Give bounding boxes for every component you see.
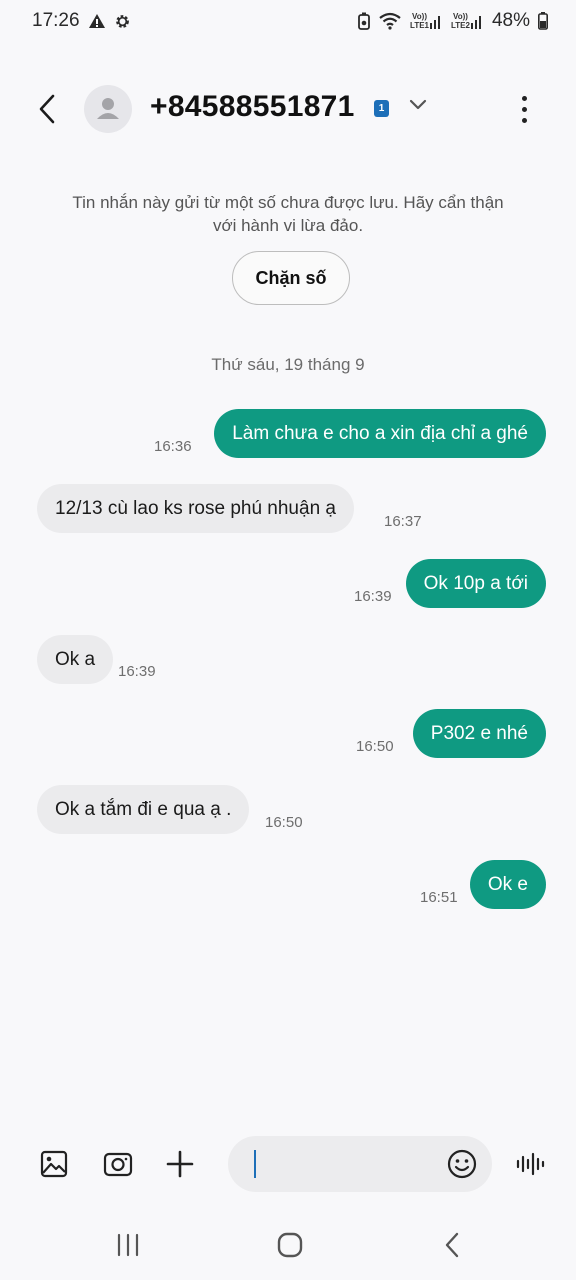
navigation-bar <box>0 1216 576 1274</box>
net1-top-label: Vo)) <box>412 12 427 21</box>
emoji-icon[interactable] <box>446 1148 478 1180</box>
battery-percentage: 48% <box>491 10 530 31</box>
unknown-sender-warning: Tin nhắn này gửi từ một số chưa được lưu… <box>72 193 504 235</box>
block-number-button[interactable]: Chặn số <box>232 251 350 305</box>
status-bar: 17:26 Vo)) LTE1 Vo)) LTE2 48% <box>0 0 576 42</box>
status-right: Vo)) LTE1 Vo)) LTE2 48% <box>358 10 548 32</box>
message-input[interactable] <box>228 1136 492 1192</box>
message-bubble-outgoing[interactable]: P302 e nhé <box>412 709 546 758</box>
message-bubble-incoming[interactable]: Ok a <box>37 635 114 684</box>
message-time: 16:51 <box>420 889 458 906</box>
message-time: 16:50 <box>356 738 394 755</box>
warning-icon <box>88 13 106 29</box>
battery-icon <box>538 12 548 30</box>
signal-icon <box>430 16 440 29</box>
contact-number[interactable]: +84588551871 <box>150 90 355 124</box>
message-bubble-outgoing[interactable]: Ok e <box>469 860 546 909</box>
gear-icon <box>114 13 131 30</box>
voice-record-icon[interactable] <box>512 1146 548 1182</box>
status-time: 17:26 <box>32 10 80 31</box>
signal-icon <box>470 16 481 29</box>
home-icon[interactable] <box>270 1228 310 1262</box>
status-left: 17:26 <box>32 10 131 32</box>
more-options-icon[interactable] <box>512 92 536 126</box>
camera-icon[interactable] <box>100 1146 136 1182</box>
network-1-indicator: Vo)) LTE1 <box>410 12 443 30</box>
message-composer <box>0 1136 576 1194</box>
battery-saver-icon <box>358 12 370 30</box>
wifi-icon <box>378 12 402 30</box>
date-separator: Thứ sáu, 19 tháng 9 <box>211 355 365 374</box>
plus-icon[interactable] <box>162 1146 198 1182</box>
net2-bottom-label: LTE2 <box>451 21 470 30</box>
network-2-indicator: Vo)) LTE2 <box>451 12 484 30</box>
message-time: 16:36 <box>154 438 192 455</box>
message-bubble-incoming[interactable]: Ok a tắm đi e qua ạ . <box>37 785 250 834</box>
back-nav-icon[interactable] <box>432 1228 472 1262</box>
message-time: 16:50 <box>265 814 303 831</box>
contact-details-toggle[interactable] <box>408 98 428 117</box>
gallery-icon[interactable] <box>36 1146 72 1182</box>
recent-apps-icon[interactable] <box>108 1228 148 1262</box>
sim-badge: 1 <box>374 100 389 117</box>
message-bubble-incoming[interactable]: 12/13 cù lao ks rose phú nhuận ạ <box>37 484 354 533</box>
back-icon <box>39 94 55 124</box>
chevron-down-icon <box>409 99 427 110</box>
conversation-header: +84588551871 1 <box>0 72 576 146</box>
net2-top-label: Vo)) <box>453 12 468 21</box>
message-bubble-outgoing[interactable]: Ok 10p a tới <box>405 559 546 608</box>
message-time: 16:39 <box>118 663 156 680</box>
contact-avatar-icon <box>97 98 119 119</box>
message-time: 16:39 <box>354 588 392 605</box>
text-cursor <box>254 1150 256 1178</box>
avatar[interactable] <box>84 85 132 133</box>
message-bubble-outgoing[interactable]: Làm chưa e cho a xin địa chỉ a ghé <box>214 409 546 458</box>
back-button[interactable] <box>30 92 64 126</box>
message-time: 16:37 <box>384 513 422 530</box>
net1-bottom-label: LTE1 <box>410 21 429 30</box>
